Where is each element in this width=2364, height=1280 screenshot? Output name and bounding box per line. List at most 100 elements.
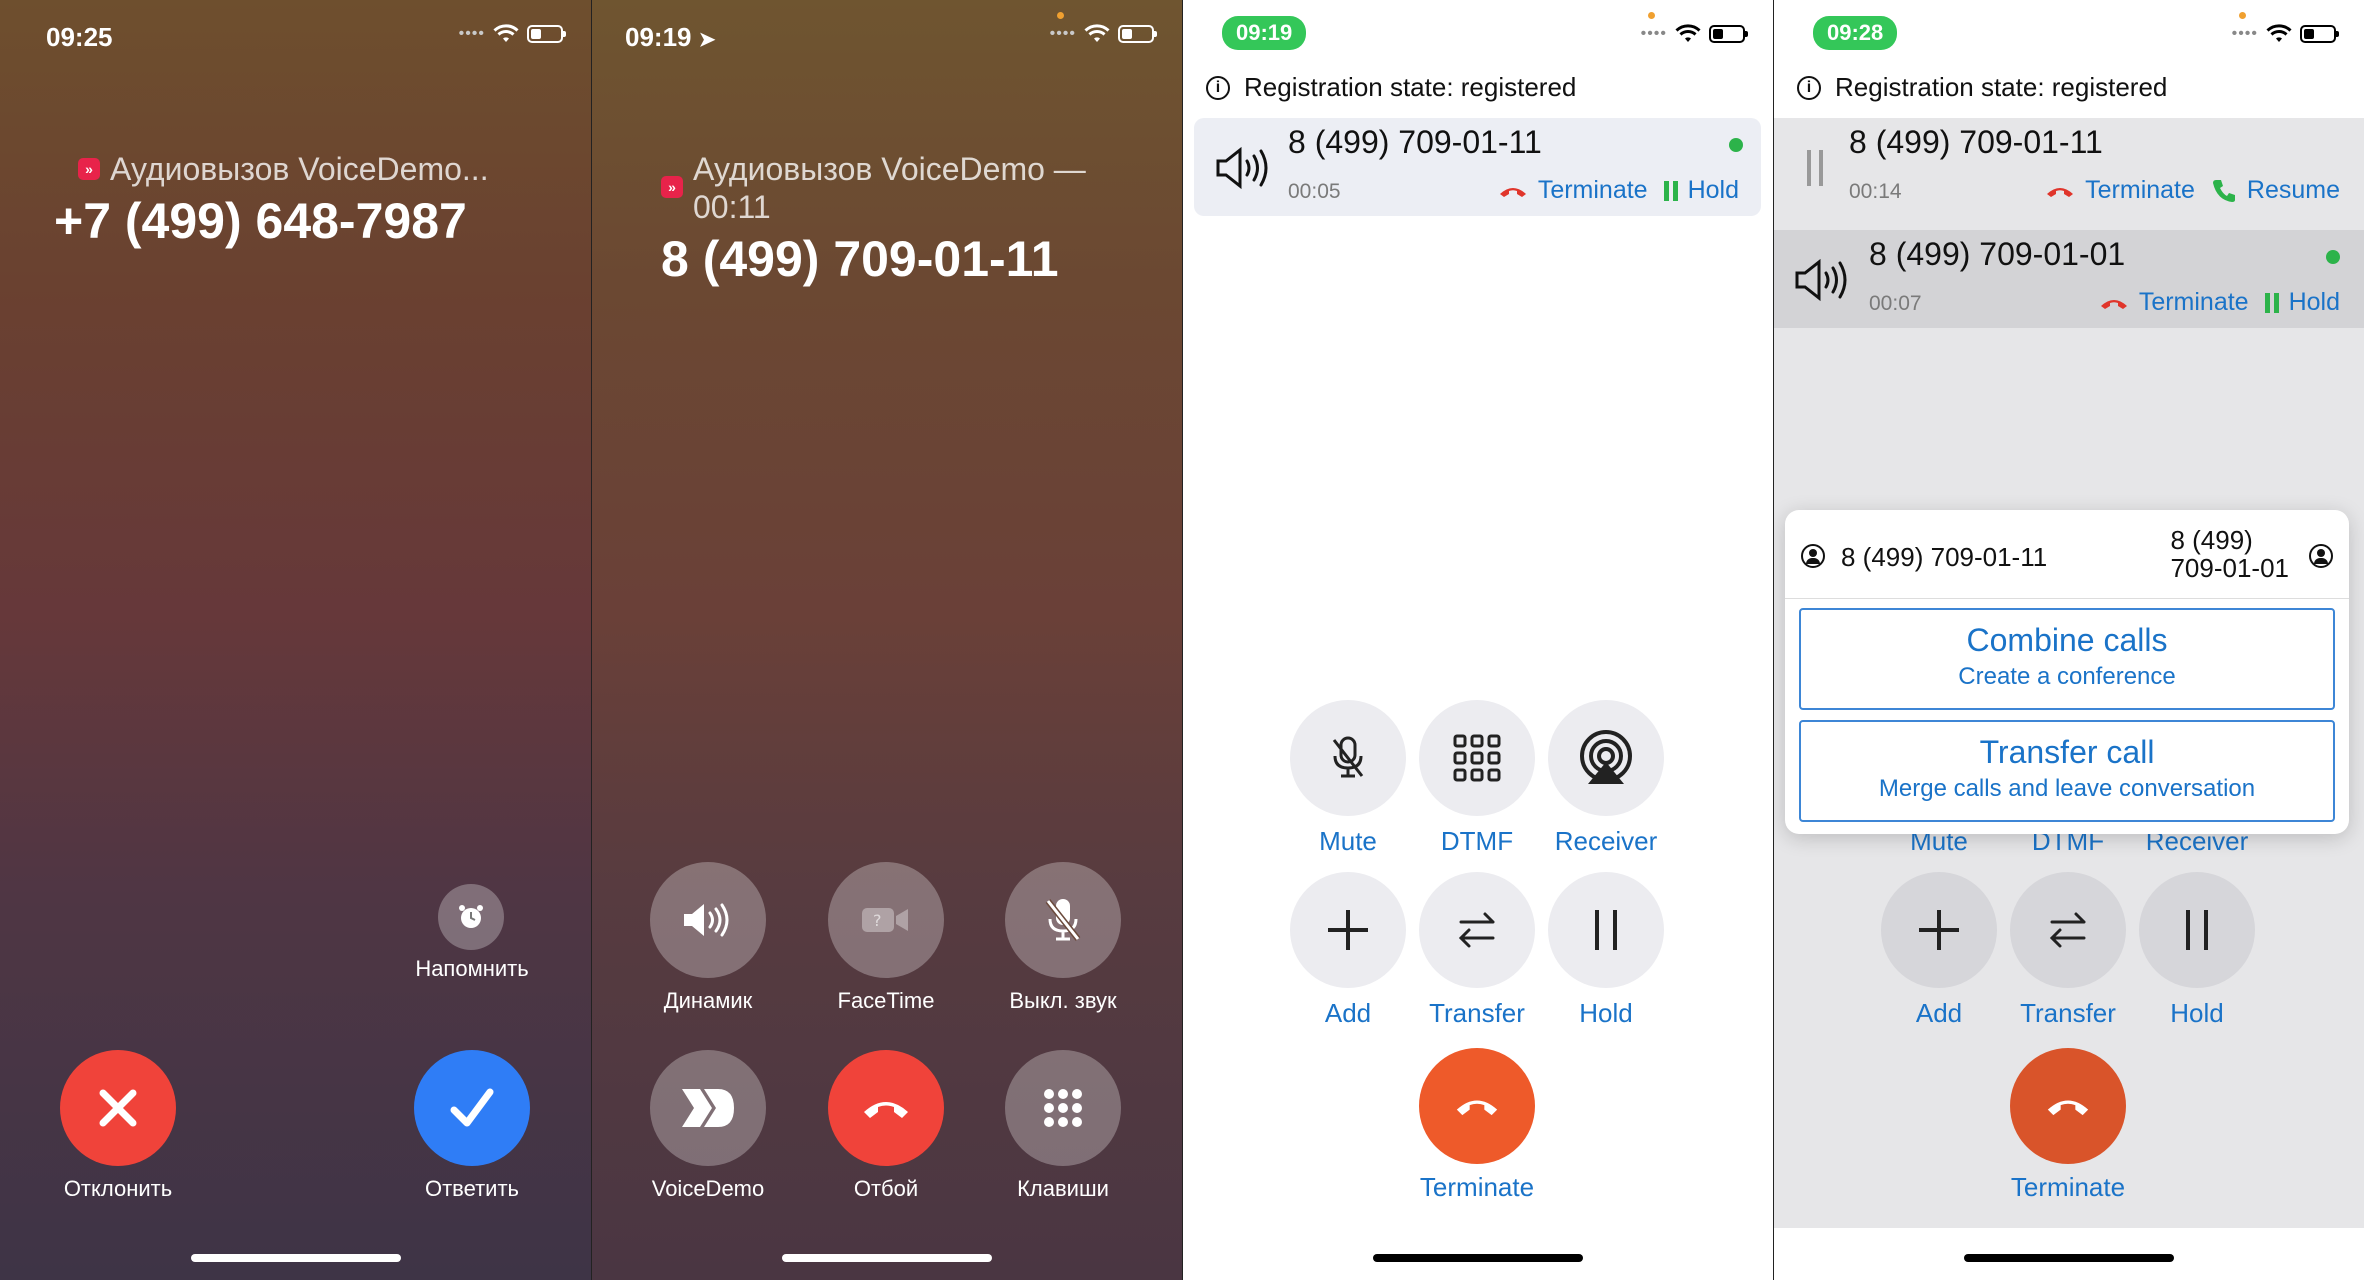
speaker-icon	[1216, 146, 1268, 190]
app-badge-icon: »	[661, 176, 683, 198]
caller-number: 8 (499) 709-01-11	[661, 231, 1059, 287]
terminate-link[interactable]: Terminate	[2085, 176, 2195, 205]
transfer-button[interactable]	[2010, 872, 2126, 988]
keypad-label: Клавиши	[1017, 1176, 1109, 1201]
svg-text:?: ?	[873, 911, 882, 930]
battery-icon	[1118, 25, 1157, 43]
keypad-button[interactable]	[1005, 1050, 1121, 1166]
home-indicator[interactable]	[1372, 1254, 1583, 1262]
status-icons: ••••	[1049, 24, 1157, 44]
add-button[interactable]	[1881, 872, 1997, 988]
registration-state: i Registration state: registered	[1206, 72, 1576, 103]
decline-button[interactable]	[60, 1050, 176, 1166]
end-call-icon	[2047, 1100, 2089, 1116]
call-duration: 00:14	[1849, 180, 1902, 203]
status-time: 09:19	[1222, 16, 1307, 50]
terminate-link[interactable]: Terminate	[1538, 176, 1648, 205]
facetime-button[interactable]: ?	[828, 862, 944, 978]
mute-label: Выкл. звук	[1009, 988, 1117, 1013]
hold-link[interactable]: Hold	[1688, 176, 1739, 205]
popup-participants: 8 (499) 709-01-11 8 (499) 709-01-01	[1801, 526, 2333, 586]
active-status-dot	[1729, 138, 1743, 152]
end-call-icon	[2100, 299, 2127, 309]
accept-button[interactable]	[414, 1050, 530, 1166]
terminate-button[interactable]	[1419, 1048, 1535, 1164]
signal-icon: ••••	[458, 25, 485, 42]
info-icon: i	[1797, 75, 1821, 100]
call-title: Аудиовызов VoiceDemo...	[110, 151, 489, 187]
registration-text: Registration state: registered	[1244, 72, 1577, 102]
resume-link[interactable]: Resume	[2247, 176, 2340, 205]
divider	[1785, 598, 2349, 599]
call-duration: 00:05	[1288, 180, 1341, 203]
terminate-label: Terminate	[2010, 1172, 2126, 1202]
status-time-overlay: 09:28	[1813, 16, 1898, 50]
status-icons-overlay: ••••	[2231, 24, 2339, 44]
terminate-button[interactable]	[2010, 1048, 2126, 1164]
transfer-call-title: Transfer call	[1979, 734, 2155, 770]
call-title: Аудиовызов VoiceDemo —00:11	[693, 151, 1086, 225]
battery-icon	[2300, 25, 2339, 43]
panel-divider	[1773, 0, 1774, 1280]
hold-button[interactable]	[2139, 872, 2255, 988]
remind-button[interactable]	[438, 884, 504, 950]
status-icons: ••••	[1640, 24, 1748, 44]
speaker-button[interactable]	[650, 862, 766, 978]
caller-number: +7 (499) 648-7987	[54, 193, 467, 249]
home-indicator[interactable]	[1963, 1254, 2174, 1262]
hold-label: Hold	[1579, 998, 1633, 1028]
end-call-icon	[1456, 1100, 1498, 1116]
combine-calls-title: Combine calls	[1966, 622, 2168, 658]
receiver-label: Receiver	[1554, 826, 1658, 856]
info-icon: i	[1206, 75, 1230, 100]
held-call-row[interactable]: 8 (499) 709-01-11 00:14 Terminate Resume	[1773, 118, 2364, 216]
status-time: 09:25	[46, 22, 113, 52]
status-icons: ••••	[458, 24, 566, 44]
privacy-indicator	[1057, 12, 1064, 19]
home-indicator[interactable]	[781, 1254, 992, 1262]
wifi-icon	[493, 24, 519, 42]
receiver-button[interactable]	[1548, 700, 1664, 816]
keypad-icon	[1453, 734, 1501, 782]
signal-icon: ••••	[1049, 25, 1076, 42]
home-indicator[interactable]	[190, 1254, 401, 1262]
signal-icon: ••••	[1640, 25, 1667, 42]
hold-link[interactable]: Hold	[2289, 288, 2340, 317]
voicedemo-button[interactable]	[650, 1050, 766, 1166]
hold-icon	[1663, 180, 1678, 201]
voicedemo-icon	[682, 1089, 734, 1127]
person-icon	[1801, 544, 1825, 568]
mute-button[interactable]	[1005, 862, 1121, 978]
end-call-button[interactable]	[828, 1050, 944, 1166]
speaker-label: Динамик	[663, 988, 753, 1013]
active-status-dot	[2326, 250, 2340, 264]
wifi-icon	[2266, 24, 2292, 42]
mute-button[interactable]	[1290, 700, 1406, 816]
phone-icon	[2212, 179, 2235, 202]
transfer-icon	[1458, 912, 1495, 948]
close-icon	[99, 1089, 137, 1127]
call-duration: 00:07	[1869, 292, 1922, 315]
transfer-button[interactable]	[1419, 872, 1535, 988]
active-call-row[interactable]: 8 (499) 709-01-01 00:07 Terminate Hold	[1773, 230, 2364, 328]
call-merge-popup: 8 (499) 709-01-11 8 (499) 709-01-01 Combi…	[1785, 510, 2349, 834]
hold-label: Hold	[2170, 998, 2224, 1028]
combine-calls-button[interactable]: Combine calls Create a conference	[1799, 608, 2335, 710]
hold-button[interactable]	[1548, 872, 1664, 988]
dtmf-button[interactable]	[1419, 700, 1535, 816]
pause-icon	[1595, 910, 1617, 950]
call-number: 8 (499) 709-01-11	[1288, 124, 1542, 160]
plus-icon	[1328, 910, 1368, 950]
add-button[interactable]	[1290, 872, 1406, 988]
transfer-call-button[interactable]: Transfer call Merge calls and leave conv…	[1799, 720, 2335, 822]
speaker-icon	[684, 903, 729, 937]
terminate-link[interactable]: Terminate	[2139, 288, 2249, 317]
signal-icon: ••••	[2231, 25, 2258, 42]
panel-divider	[1182, 0, 1183, 1280]
mic-off-icon	[1332, 736, 1364, 778]
pause-icon	[2186, 910, 2208, 950]
call-number: 8 (499) 709-01-11	[1849, 124, 2103, 160]
battery-icon	[1709, 25, 1748, 43]
call-actions: Terminate Resume	[2045, 176, 2340, 205]
call-row[interactable]: 8 (499) 709-01-11 00:05 Terminate Hold	[1194, 118, 1761, 216]
